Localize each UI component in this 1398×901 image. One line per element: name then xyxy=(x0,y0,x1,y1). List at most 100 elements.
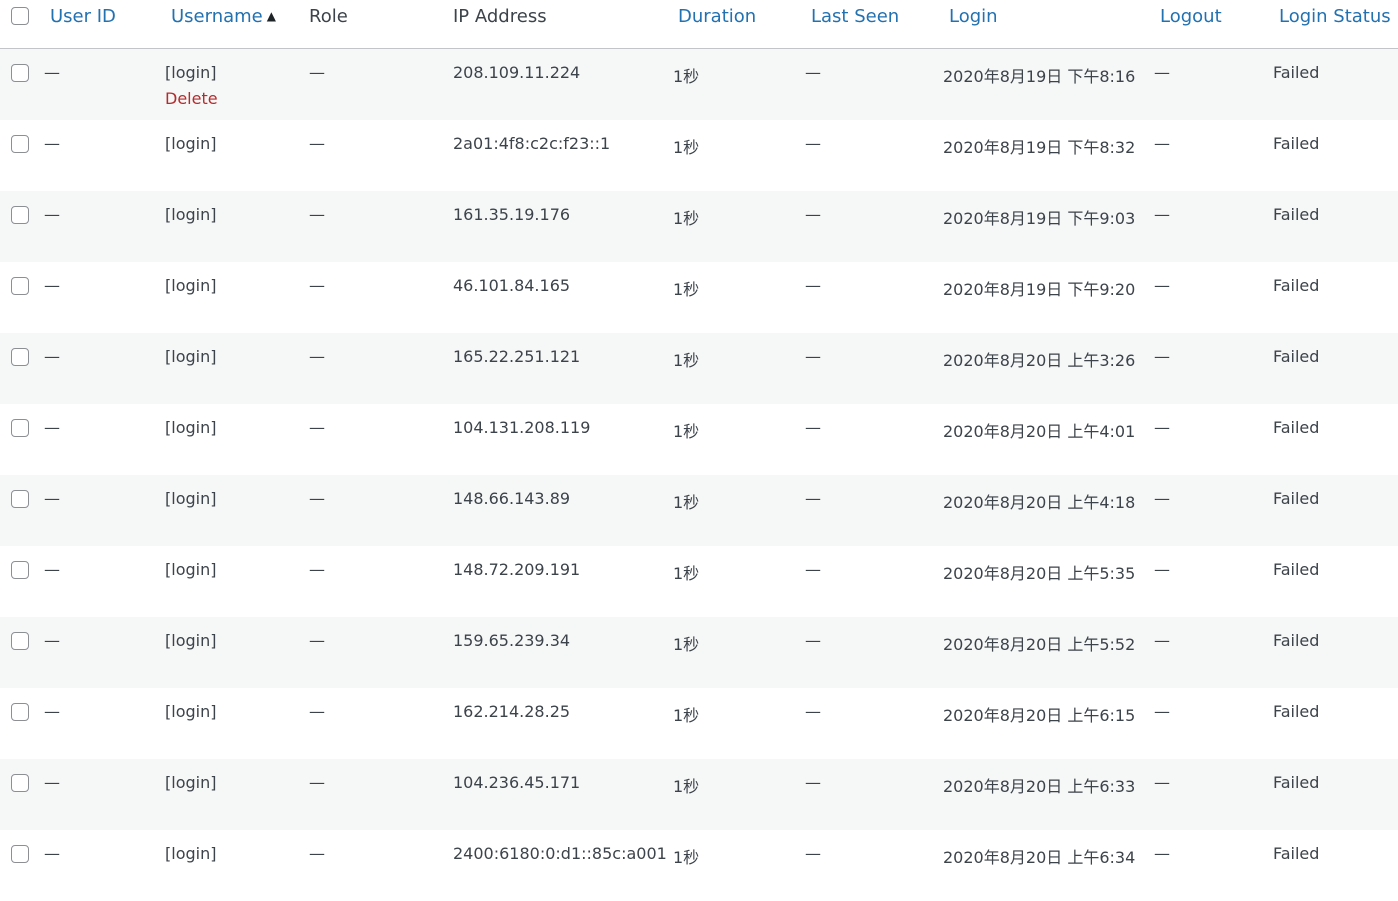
cell-login-time: 2020年8月19日 下午8:32 xyxy=(943,138,1136,157)
cell-user-id: — xyxy=(44,276,60,295)
cell-login-status: Failed xyxy=(1273,418,1320,437)
row-checkbox[interactable] xyxy=(11,774,29,792)
column-header-role: Role xyxy=(309,6,348,27)
cell-username: [login] xyxy=(165,134,217,153)
cell-role: — xyxy=(309,773,325,792)
row-checkbox[interactable] xyxy=(11,64,29,82)
cell-login-status: Failed xyxy=(1273,205,1320,224)
cell-ip-address: 162.214.28.25 xyxy=(453,702,571,721)
cell-username: [login] xyxy=(165,702,217,721)
cell-ip-address: 2a01:4f8:c2c:f23::1 xyxy=(453,134,611,153)
column-header-username[interactable]: Username ▲ xyxy=(171,6,276,27)
row-checkbox[interactable] xyxy=(11,632,29,650)
cell-logout-time: — xyxy=(1154,347,1170,366)
cell-duration: 1秒 xyxy=(673,635,700,654)
cell-last-seen: — xyxy=(805,773,821,792)
cell-username: [login] xyxy=(165,560,217,579)
cell-last-seen: — xyxy=(805,489,821,508)
table-row: — [login] — 159.65.239.34 1秒 — 2020年8月20日 上午5:… xyxy=(0,617,1398,688)
column-header-username-label[interactable]: Username xyxy=(171,6,263,27)
cell-duration: 1秒 xyxy=(673,351,700,370)
cell-ip-address: 104.236.45.171 xyxy=(453,773,581,792)
cell-duration: 1秒 xyxy=(673,67,700,86)
cell-username: [login] xyxy=(165,347,217,366)
cell-username: [login] xyxy=(165,631,217,650)
row-checkbox[interactable] xyxy=(11,419,29,437)
table-row: — [login] — 2a01:4f8:c2c:f23::1 1秒 — 2020年8月19… xyxy=(0,120,1398,191)
row-checkbox[interactable] xyxy=(11,206,29,224)
cell-username: [login] xyxy=(165,418,217,437)
table-row: — [login] — 46.101.84.165 1秒 — 2020年8月19日 下午9:… xyxy=(0,262,1398,333)
cell-login-time: 2020年8月19日 下午9:20 xyxy=(943,280,1136,299)
cell-ip-address: 148.72.209.191 xyxy=(453,560,581,579)
cell-logout-time: — xyxy=(1154,773,1170,792)
cell-user-id: — xyxy=(44,205,60,224)
cell-user-id: — xyxy=(44,489,60,508)
column-header-user-id[interactable]: User ID xyxy=(50,6,116,27)
row-checkbox[interactable] xyxy=(11,348,29,366)
cell-user-id: — xyxy=(44,560,60,579)
cell-username: [login] xyxy=(165,773,217,792)
cell-role: — xyxy=(309,489,325,508)
cell-login-time: 2020年8月20日 上午4:18 xyxy=(943,493,1136,512)
table-row: — [login] — 104.131.208.119 1秒 — 2020年8月20日 上午… xyxy=(0,404,1398,475)
cell-role: — xyxy=(309,418,325,437)
cell-login-time: 2020年8月20日 上午4:01 xyxy=(943,422,1136,441)
cell-duration: 1秒 xyxy=(673,848,700,867)
cell-login-time: 2020年8月19日 下午8:16 xyxy=(943,67,1136,86)
table-row: — [login] — 161.35.19.176 1秒 — 2020年8月19日 下午9:… xyxy=(0,191,1398,262)
row-checkbox[interactable] xyxy=(11,845,29,863)
cell-ip-address: 46.101.84.165 xyxy=(453,276,571,295)
table-row: — [login] — 2400:6180:0:d1::85c:a001 1秒 — 2020… xyxy=(0,830,1398,901)
cell-last-seen: — xyxy=(805,631,821,650)
cell-user-id: — xyxy=(44,844,60,863)
cell-logout-time: — xyxy=(1154,418,1170,437)
cell-logout-time: — xyxy=(1154,844,1170,863)
cell-role: — xyxy=(309,276,325,295)
delete-row-link[interactable]: Delete xyxy=(165,89,218,108)
cell-role: — xyxy=(309,134,325,153)
cell-user-id: — xyxy=(44,631,60,650)
cell-login-status: Failed xyxy=(1273,560,1320,579)
row-checkbox[interactable] xyxy=(11,277,29,295)
table-body: — [login] — 208.109.11.224 1秒 — 2020年8月19日 下午8… xyxy=(0,49,1398,901)
cell-role: — xyxy=(309,844,325,863)
table-row: — [login] — 165.22.251.121 1秒 — 2020年8月20日 上午3… xyxy=(0,333,1398,404)
select-all-checkbox[interactable] xyxy=(11,7,29,25)
cell-user-id: — xyxy=(44,773,60,792)
cell-last-seen: — xyxy=(805,560,821,579)
row-checkbox[interactable] xyxy=(11,490,29,508)
column-header-last-seen[interactable]: Last Seen xyxy=(811,6,899,27)
row-checkbox[interactable] xyxy=(11,703,29,721)
column-header-login[interactable]: Login xyxy=(949,6,998,27)
cell-duration: 1秒 xyxy=(673,777,700,796)
column-header-ip-address: IP Address xyxy=(453,6,547,27)
cell-last-seen: — xyxy=(805,418,821,437)
column-header-duration[interactable]: Duration xyxy=(678,6,756,27)
cell-login-status: Failed xyxy=(1273,844,1320,863)
cell-role: — xyxy=(309,347,325,366)
row-checkbox[interactable] xyxy=(11,135,29,153)
cell-last-seen: — xyxy=(805,702,821,721)
cell-last-seen: — xyxy=(805,134,821,153)
cell-ip-address: 208.109.11.224 xyxy=(453,63,581,82)
column-header-logout[interactable]: Logout xyxy=(1160,6,1222,27)
row-checkbox[interactable] xyxy=(11,561,29,579)
cell-ip-address: 148.66.143.89 xyxy=(453,489,571,508)
cell-ip-address: 159.65.239.34 xyxy=(453,631,571,650)
cell-last-seen: — xyxy=(805,844,821,863)
cell-ip-address: 161.35.19.176 xyxy=(453,205,571,224)
column-header-login-status[interactable]: Login Status xyxy=(1279,6,1391,27)
cell-role: — xyxy=(309,63,325,82)
table-row: — [login] — 148.66.143.89 1秒 — 2020年8月20日 上午4:… xyxy=(0,475,1398,546)
cell-username: [login] xyxy=(165,205,217,224)
cell-last-seen: — xyxy=(805,63,821,82)
cell-ip-address: 165.22.251.121 xyxy=(453,347,581,366)
cell-username: [login] xyxy=(165,489,217,508)
cell-user-id: — xyxy=(44,702,60,721)
cell-login-status: Failed xyxy=(1273,134,1320,153)
sort-ascending-icon: ▲ xyxy=(266,9,276,23)
cell-logout-time: — xyxy=(1154,702,1170,721)
table-row: — [login] — 104.236.45.171 1秒 — 2020年8月20日 上午6… xyxy=(0,759,1398,830)
cell-logout-time: — xyxy=(1154,63,1170,82)
